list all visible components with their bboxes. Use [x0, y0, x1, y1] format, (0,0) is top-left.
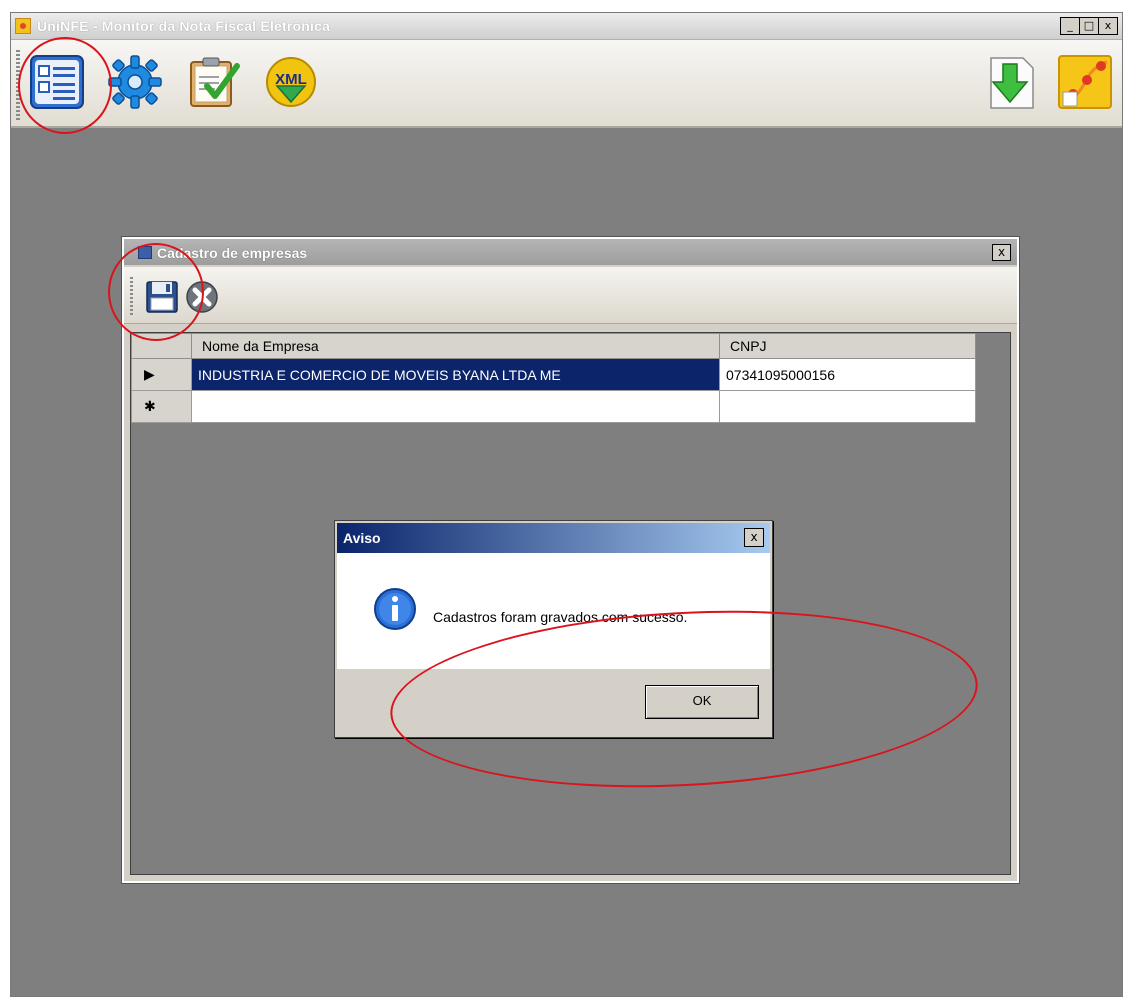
- company-registry-icon: [30, 55, 84, 109]
- checklist-icon: [190, 57, 240, 107]
- dialog-titlebar: Aviso x: [337, 523, 770, 553]
- row-header-corner: [131, 333, 192, 359]
- xml-icon-label: XML: [275, 71, 307, 88]
- row-indicator[interactable]: ▶: [131, 358, 192, 391]
- column-header-cnpj[interactable]: CNPJ: [719, 333, 976, 359]
- xml-icon: XML: [266, 57, 316, 107]
- dialog-close-button[interactable]: x: [744, 528, 764, 547]
- download-button[interactable]: [979, 50, 1043, 114]
- save-button[interactable]: [142, 277, 182, 317]
- cancel-x-icon: [186, 281, 218, 313]
- child-toolbar-grip[interactable]: [130, 277, 133, 315]
- info-icon: [374, 588, 416, 630]
- window-controls: _ □ x: [1060, 17, 1118, 35]
- about-button[interactable]: [1053, 50, 1117, 114]
- child-close-button[interactable]: x: [992, 244, 1011, 261]
- main-titlebar: UniNFE - Monitor da Nota Fiscal Eletrôni…: [11, 13, 1122, 40]
- child-titlebar: Cadastro de empresas x: [124, 239, 1017, 265]
- table-row-new[interactable]: ✱: [131, 390, 976, 423]
- xml-button[interactable]: XML: [259, 50, 323, 114]
- gear-icon: [108, 55, 162, 109]
- cancel-button[interactable]: [182, 277, 222, 317]
- table-header-row: Nome da Empresa CNPJ: [131, 333, 976, 359]
- download-arrow-icon: [990, 57, 1034, 109]
- dialog-body: Cadastros foram gravados com sucesso.: [337, 553, 770, 669]
- main-window-title: UniNFE - Monitor da Nota Fiscal Eletrôni…: [37, 18, 331, 34]
- validate-button[interactable]: [181, 50, 245, 114]
- main-toolbar: XML: [11, 40, 1122, 128]
- column-header-name[interactable]: Nome da Empresa: [191, 333, 720, 359]
- child-window-title: Cadastro de empresas: [157, 245, 308, 261]
- minimize-button[interactable]: _: [1060, 17, 1080, 35]
- company-name-cell[interactable]: [191, 390, 720, 423]
- company-name-cell[interactable]: INDUSTRIA E COMERCIO DE MOVEIS BYANA LTD…: [191, 358, 720, 391]
- toolbar-grip[interactable]: [16, 50, 20, 120]
- uninfe-logo-icon: [1058, 55, 1112, 109]
- settings-button[interactable]: [103, 50, 167, 114]
- maximize-button[interactable]: □: [1079, 17, 1099, 35]
- save-floppy-icon: [146, 281, 178, 313]
- app-logo-icon: [15, 18, 31, 34]
- cnpj-cell[interactable]: 07341095000156: [719, 358, 976, 391]
- child-toolbar: [124, 267, 1017, 324]
- ok-button[interactable]: OK: [645, 685, 759, 719]
- notice-dialog: Aviso x Cadastros foram gravados com suc…: [334, 520, 773, 738]
- close-button[interactable]: x: [1098, 17, 1118, 35]
- cnpj-cell[interactable]: [719, 390, 976, 423]
- table-row[interactable]: ▶ INDUSTRIA E COMERCIO DE MOVEIS BYANA L…: [131, 358, 976, 391]
- window-form-icon: [138, 246, 152, 259]
- company-table: Nome da Empresa CNPJ ▶ INDUSTRIA E COMER…: [131, 333, 976, 423]
- dialog-title: Aviso: [343, 530, 381, 546]
- dialog-message: Cadastros foram gravados com sucesso.: [433, 609, 688, 625]
- new-row-indicator[interactable]: ✱: [131, 390, 192, 423]
- company-registry-button[interactable]: [25, 50, 89, 114]
